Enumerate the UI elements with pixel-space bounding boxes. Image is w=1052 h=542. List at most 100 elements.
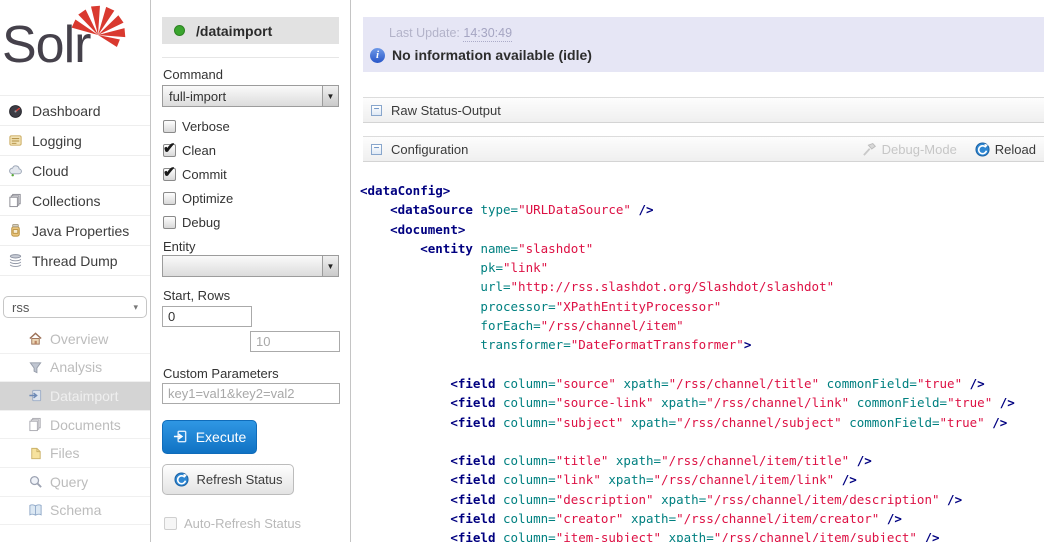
core-item-documents[interactable]: Documents [0,411,150,440]
last-update: Last Update: 14:30:49 [389,26,512,40]
core-item-overview[interactable]: Overview [0,325,150,354]
core-selector[interactable]: rss ▾ [3,296,147,318]
start-input[interactable] [162,306,252,327]
reload-label: Reload [995,142,1036,157]
info-icon: i [370,48,385,63]
sidebar: Solr Dashboard Logging Cloud Collections Jav… [0,0,151,542]
code-line: <field column="item-subject" xpath="/rss… [360,528,1015,542]
thread-dump-icon [8,253,24,269]
commit-checkbox-label: Commit [182,167,227,182]
code-line: forEach="/rss/channel/item" [360,316,1015,335]
debug-checkbox-label: Debug [182,215,220,230]
sidebar-item-cloud[interactable]: Cloud [0,156,150,186]
entity-select[interactable]: ▼ [162,255,339,277]
core-item-label: Analysis [50,359,102,375]
code-line: <field column="link" xpath="/rss/channel… [360,470,1015,489]
debug-checkbox[interactable] [163,216,176,229]
dashboard-icon [8,103,24,119]
refresh-icon [174,472,190,488]
core-item-schema[interactable]: Schema [0,497,150,526]
command-select[interactable]: full-import ▼ [162,85,339,107]
core-item-query[interactable]: Query [0,468,150,497]
command-label: Command [163,67,223,82]
sidebar-item-label: Collections [32,193,100,209]
sidebar-item-label: Java Properties [32,223,129,239]
query-icon [28,474,43,489]
sidebar-item-thread-dump[interactable]: Thread Dump [0,246,150,276]
raw-status-section-header[interactable]: − Raw Status-Output [363,97,1044,123]
java-properties-icon [8,223,24,239]
optimize-checkbox[interactable] [163,192,176,205]
refresh-status-button[interactable]: Refresh Status [162,464,294,495]
debug-mode-label: Debug-Mode [882,142,957,157]
handler-header: /dataimport [162,17,339,44]
code-line: <field column="title" xpath="/rss/channe… [360,451,1015,470]
core-item-analysis[interactable]: Analysis [0,354,150,383]
solr-logo[interactable]: Solr [2,4,142,76]
clean-checkbox-label: Clean [182,143,216,158]
code-line: <dataSource type="URLDataSource" /> [360,200,1015,219]
option-row-clean: Clean [163,138,333,162]
verbose-checkbox-label: Verbose [182,119,230,134]
auto-refresh-checkbox[interactable] [164,517,177,530]
code-line: pk="link" [360,258,1015,277]
collapse-icon[interactable]: − [371,105,382,116]
code-line: <field column="source" xpath="/rss/chann… [360,374,1015,393]
command-select-value: full-import [163,86,322,106]
sidebar-item-dashboard[interactable]: Dashboard [0,96,150,126]
start-rows-label: Start, Rows [163,288,230,303]
option-row-optimize: Optimize [163,186,333,210]
rows-input[interactable] [250,331,340,352]
sidebar-item-label: Logging [32,133,82,149]
core-item-dataimport[interactable]: Dataimport [0,382,150,411]
sidebar-item-java-properties[interactable]: Java Properties [0,216,150,246]
code-line [360,355,1015,374]
dataimport-icon [28,388,43,403]
sidebar-item-label: Thread Dump [32,253,118,269]
option-row-verbose: Verbose [163,114,333,138]
chevron-down-icon[interactable]: ▼ [322,256,338,276]
reload-button[interactable]: Reload [975,142,1036,157]
verbose-checkbox[interactable] [163,120,176,133]
debug-mode-toggle[interactable]: Debug-Mode [862,142,957,157]
sidebar-item-collections[interactable]: Collections [0,186,150,216]
collapse-icon[interactable]: − [371,144,382,155]
configuration-actions: Debug-Mode Reload [862,142,1036,157]
execute-button-label: Execute [196,429,247,445]
core-item-label: Dataimport [50,388,118,404]
chevron-down-icon[interactable]: ▼ [322,86,338,106]
entity-select-value [163,256,322,276]
option-row-debug: Debug [163,210,333,234]
custom-parameters-input[interactable] [162,383,340,404]
divider [162,57,339,58]
code-line: <entity name="slashdot" [360,239,1015,258]
core-selector-value: rss [12,300,29,315]
clean-checkbox[interactable] [163,144,176,157]
auto-refresh-row: Auto-Refresh Status [164,516,301,531]
handler-title: /dataimport [196,23,272,39]
sidebar-item-label: Cloud [32,163,69,179]
code-line: <field column="subject" xpath="/rss/chan… [360,413,1015,432]
collections-icon [8,193,24,209]
configuration-section-header[interactable]: − Configuration Debug-Mode Reload [363,136,1044,162]
solr-admin-app: Solr Dashboard Logging Cloud Collections Jav… [0,0,1052,542]
status-line: i No information available (idle) [370,47,592,63]
analysis-icon [28,360,43,375]
hammer-icon [862,142,877,157]
command-options: Verbose Clean Commit Optimize Debug [163,114,333,234]
raw-status-title: Raw Status-Output [391,103,501,118]
option-row-commit: Commit [163,162,333,186]
sidebar-item-label: Dashboard [32,103,101,119]
commit-checkbox[interactable] [163,168,176,181]
sidebar-main-nav: Dashboard Logging Cloud Collections Java Pro… [0,95,150,276]
core-item-files[interactable]: Files [0,439,150,468]
code-line: <field column="creator" xpath="/rss/chan… [360,509,1015,528]
documents-icon [28,417,43,432]
execute-button[interactable]: Execute [162,420,257,454]
logging-icon [8,133,24,149]
core-item-label: Schema [50,502,101,518]
core-item-label: Query [50,474,88,490]
svg-text:Solr: Solr [2,16,91,74]
sidebar-item-logging[interactable]: Logging [0,126,150,156]
config-xml-code: <dataConfig> <dataSource type="URLDataSo… [360,181,1015,542]
